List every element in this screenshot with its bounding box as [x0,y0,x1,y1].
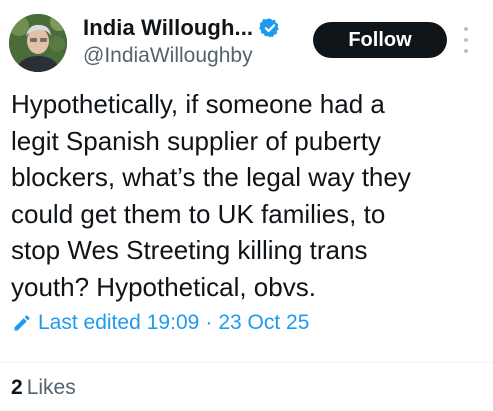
more-vertical-icon[interactable] [459,27,473,53]
likes-link[interactable]: 2 Likes [11,376,76,400]
pencil-icon [14,315,30,331]
last-edited-date: 23 Oct 25 [218,311,310,334]
more-dot [464,38,468,42]
more-dot [464,27,468,31]
last-edited-label: Last edited [38,311,141,334]
likes-label: Likes [26,376,76,399]
tweet-text-line: blockers, what’s the legal way they [11,162,411,192]
more-dot [464,49,468,53]
follow-button[interactable]: Follow [313,22,447,58]
last-edited-time: 19:09 [146,311,200,334]
verified-badge-icon [259,17,281,39]
tweet-text-line: stop Wes Streeting killing trans [11,235,368,265]
author-handle[interactable]: @IndiaWilloughby [83,44,253,68]
tweet-text-line: Hypothetically, if someone had a [11,89,385,119]
last-edited-link[interactable]: Last edited 19:09 · 23 Oct 25 [12,311,309,335]
divider [0,362,493,363]
tweet-text-line: legit Spanish supplier of puberty [11,125,382,156]
avatar[interactable] [9,14,67,72]
tweet-text-line: could get them to UK families, to [11,198,386,229]
author-name-row[interactable]: India Willough... [83,14,281,42]
tweet-text: Hypothetically, if someone had a legit S… [11,86,481,305]
likes-count: 2 [11,376,23,399]
author-display-name[interactable]: India Willough... [83,15,253,41]
tweet-text-line: youth? Hypothetical, obvs. [11,271,316,302]
last-edited-separator: · [205,311,213,334]
